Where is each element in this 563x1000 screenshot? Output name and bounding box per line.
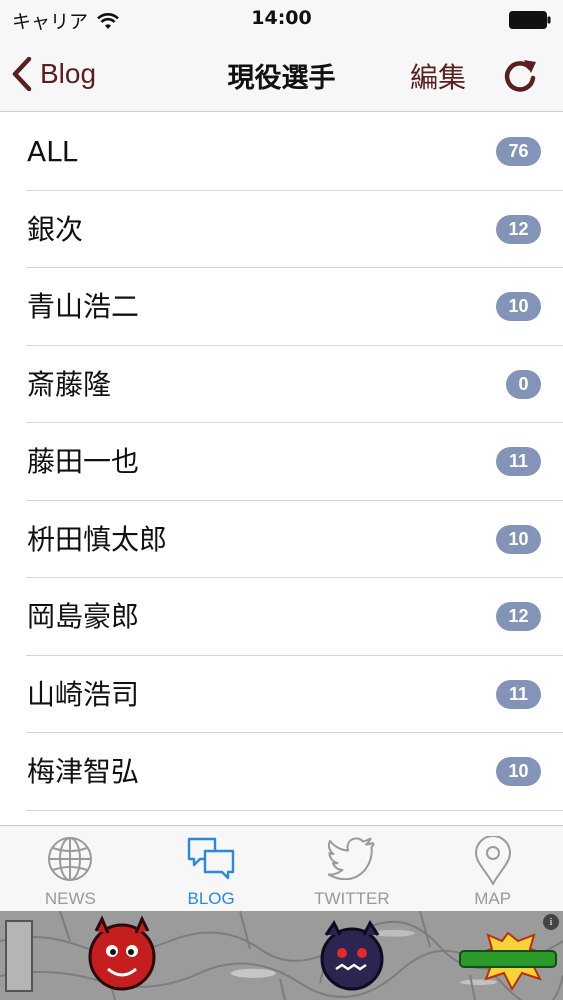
list-item[interactable]: 斎藤隆 0 <box>0 346 563 424</box>
twitter-bird-icon <box>327 837 375 880</box>
battery-icon <box>509 11 551 29</box>
list-item[interactable]: 梅津智弘 10 <box>0 733 563 811</box>
status-bar: キャリア 14:00 <box>0 0 563 38</box>
clock: 14:00 <box>251 7 312 29</box>
tab-blog[interactable]: BLOG <box>141 826 282 911</box>
tab-bar: NEWS BLOG TWITTER MAP <box>0 825 563 911</box>
ad-info-icon[interactable]: i <box>543 914 559 930</box>
tab-twitter-label: TWITTER <box>314 889 390 908</box>
list-item-label: 枡田慎太郎 <box>27 522 168 556</box>
list-item[interactable]: 青山浩二 10 <box>0 268 563 346</box>
count-badge: 12 <box>496 214 541 244</box>
list-item[interactable]: 岡島豪郎 12 <box>0 578 563 656</box>
page-title: 現役選手 <box>227 63 336 94</box>
map-pin-icon <box>474 836 511 885</box>
list-item[interactable]: ALL 76 <box>0 113 563 191</box>
list-item[interactable]: 山崎浩司 11 <box>0 656 563 734</box>
tab-map-label: MAP <box>474 889 512 908</box>
tab-twitter[interactable]: TWITTER <box>282 826 423 911</box>
tab-news[interactable]: NEWS <box>0 826 141 911</box>
list-item-label: ALL <box>27 135 78 168</box>
list-item[interactable]: 枡田慎太郎 10 <box>0 501 563 579</box>
list-item-label: 岡島豪郎 <box>27 600 140 633</box>
count-badge: 12 <box>496 602 541 631</box>
count-badge: 10 <box>496 524 541 554</box>
list-item-label: 山崎浩司 <box>27 677 140 711</box>
refresh-icon[interactable] <box>500 54 540 96</box>
chat-bubbles-icon <box>187 837 235 880</box>
list-item-label: 銀次 <box>27 212 84 246</box>
list-item-label: 斎藤隆 <box>27 367 112 401</box>
list-item[interactable]: 銀次 12 <box>0 191 563 269</box>
count-badge: 0 <box>506 369 541 399</box>
count-badge: 11 <box>496 679 541 709</box>
tab-news-label: NEWS <box>44 889 96 908</box>
player-list: ALL 76 銀次 12 青山浩二 10 斎藤隆 0 藤田一也 11 枡田慎太郎 10 岡島豪郎 12 山崎… <box>0 113 563 825</box>
navigation-bar: Blog 現役選手 編集 <box>0 38 563 112</box>
list-item-label: 青山浩二 <box>27 290 140 323</box>
tab-blog-label: BLOG <box>187 889 235 908</box>
count-badge: 10 <box>496 757 541 786</box>
list-item[interactable]: 藤田一也 11 <box>0 423 563 501</box>
list-item-label: 藤田一也 <box>27 445 140 478</box>
ad-banner[interactable]: i <box>0 911 563 1000</box>
ad-artwork <box>0 911 563 1000</box>
list-item-label: 梅津智弘 <box>27 755 140 788</box>
edit-button[interactable]: 編集 <box>410 56 466 96</box>
tab-map[interactable]: MAP <box>422 826 563 911</box>
count-badge: 76 <box>496 137 541 166</box>
count-badge: 11 <box>496 447 541 476</box>
globe-icon <box>48 837 93 881</box>
count-badge: 10 <box>496 292 541 321</box>
